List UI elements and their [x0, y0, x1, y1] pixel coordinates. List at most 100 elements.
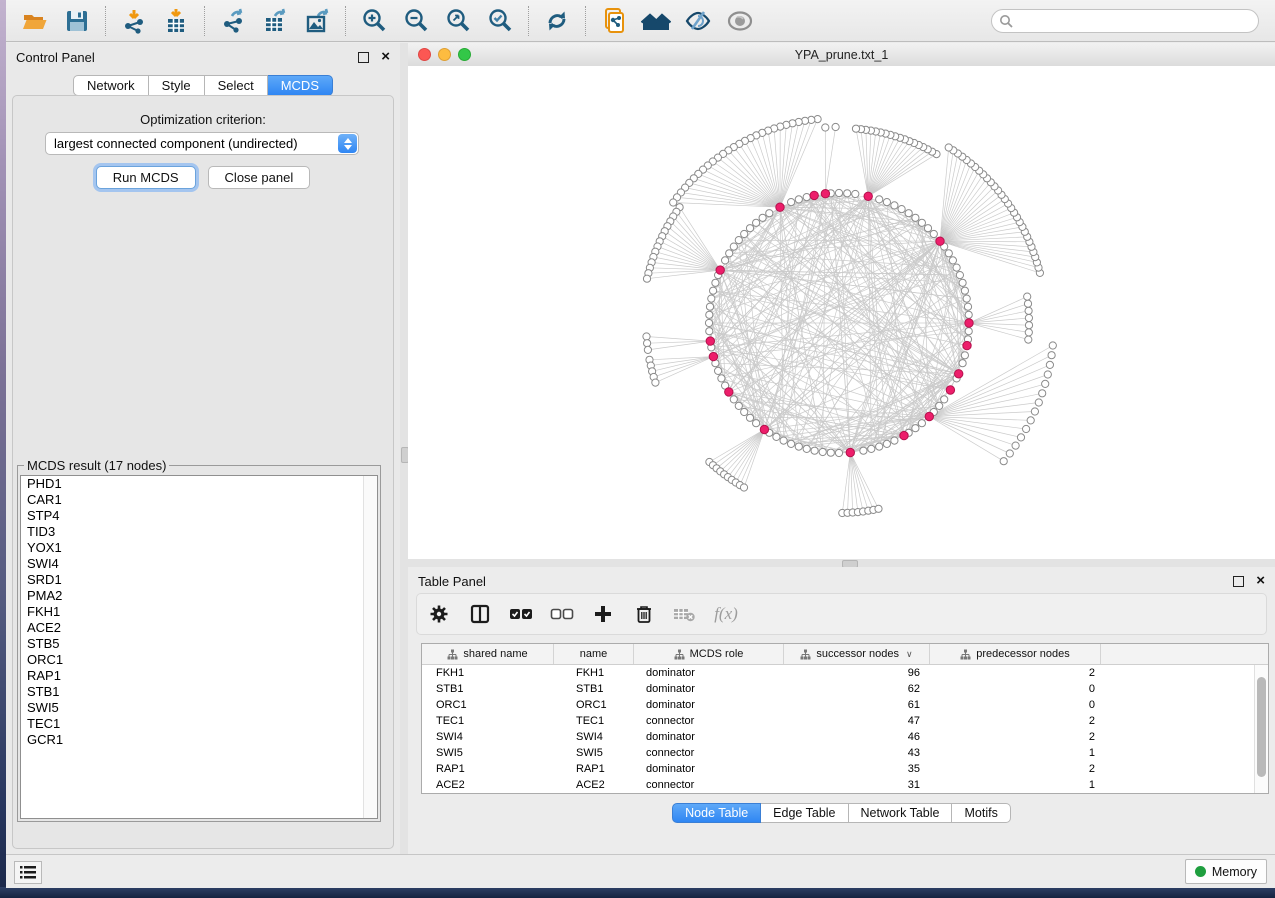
table-row[interactable]: ORC1ORC1dominator610 [422, 697, 1268, 713]
mcds-result-item[interactable]: STB1 [21, 684, 377, 700]
table-cell: connector [634, 777, 784, 793]
close-panel-button[interactable]: Close panel [208, 166, 311, 189]
table-panel-header: Table Panel × [408, 567, 1275, 593]
horizontal-splitter[interactable] [408, 559, 1275, 567]
mcds-result-list[interactable]: PHD1CAR1STP4TID3YOX1SWI4SRD1PMA2FKH1ACE2… [20, 475, 378, 819]
mcds-result-item[interactable]: SWI4 [21, 556, 377, 572]
tab-network[interactable]: Network [73, 75, 149, 96]
import-table-icon[interactable] [155, 4, 197, 38]
node-table: shared namenameMCDS rolesuccessor nodes∨… [421, 643, 1269, 794]
mcds-result-item[interactable]: SRD1 [21, 572, 377, 588]
delete-table-icon-disabled [673, 602, 697, 626]
show-panels-icon[interactable] [719, 4, 761, 38]
export-table-icon[interactable] [254, 4, 296, 38]
mcds-result-item[interactable]: FKH1 [21, 604, 377, 620]
control-panel: Control Panel × Network Style Select MCD… [6, 43, 400, 855]
mcds-result-item[interactable]: CAR1 [21, 492, 377, 508]
table-toolbar: f(x) [416, 593, 1267, 635]
table-row[interactable]: STB1STB1dominator620 [422, 681, 1268, 697]
refresh-icon[interactable] [536, 4, 578, 38]
show-columns-icon[interactable] [468, 602, 492, 626]
column-header-name[interactable]: name [554, 644, 634, 664]
mcds-result-item[interactable]: RAP1 [21, 668, 377, 684]
mcds-result-item[interactable]: PMA2 [21, 588, 377, 604]
mcds-result-item[interactable]: TEC1 [21, 716, 377, 732]
open-file-icon[interactable] [14, 4, 56, 38]
zoom-out-icon[interactable] [395, 4, 437, 38]
network-canvas[interactable] [408, 66, 1275, 559]
column-header-shared-name[interactable]: shared name [422, 644, 554, 664]
table-scrollbar-thumb[interactable] [1257, 677, 1266, 777]
table-row[interactable]: RAP1RAP1dominator352 [422, 761, 1268, 777]
delete-column-icon[interactable] [632, 602, 656, 626]
select-all-rows-icon[interactable] [509, 602, 533, 626]
table-row[interactable]: SWI4SWI4dominator462 [422, 729, 1268, 745]
column-type-icon [674, 649, 685, 660]
add-column-icon[interactable] [591, 602, 615, 626]
table-cell: 31 [784, 777, 930, 793]
zoom-in-icon[interactable] [353, 4, 395, 38]
close-panel-icon[interactable]: × [381, 52, 390, 62]
memory-button[interactable]: Memory [1185, 859, 1267, 884]
tab-motifs[interactable]: Motifs [952, 803, 1010, 823]
zoom-selected-icon[interactable] [479, 4, 521, 38]
mcds-list-scrollbar[interactable] [363, 476, 377, 818]
export-image-icon[interactable] [296, 4, 338, 38]
float-panel-icon[interactable] [1233, 576, 1244, 587]
toolbar-separator [204, 6, 205, 36]
deselect-all-rows-icon[interactable] [550, 602, 574, 626]
home-pages-icon[interactable] [635, 4, 677, 38]
hide-panels-icon[interactable] [677, 4, 719, 38]
mcds-result-item[interactable]: SWI5 [21, 700, 377, 716]
desktop-wallpaper-strip [0, 887, 1275, 898]
vertical-splitter[interactable] [400, 43, 408, 855]
mcds-result-item[interactable]: ORC1 [21, 652, 377, 668]
tab-node-table[interactable]: Node Table [672, 803, 761, 823]
table-cell: connector [634, 793, 784, 794]
mcds-result-item[interactable]: STP4 [21, 508, 377, 524]
mcds-result-item[interactable]: TID3 [21, 524, 377, 540]
table-row[interactable]: ACE2ACE2connector311 [422, 777, 1268, 793]
table-row[interactable]: TEC1TEC1connector472 [422, 713, 1268, 729]
tab-mcds[interactable]: MCDS [268, 75, 333, 96]
table-row[interactable]: YOX1YOX1connector291 [422, 793, 1268, 794]
function-builder-icon-disabled: f(x) [714, 602, 738, 626]
toolbar-separator [585, 6, 586, 36]
table-cell: STB1 [554, 681, 634, 697]
run-mcds-button[interactable]: Run MCDS [96, 166, 196, 189]
save-session-icon[interactable] [56, 4, 98, 38]
network-graph[interactable] [408, 66, 1275, 559]
tab-select[interactable]: Select [205, 75, 268, 96]
mcds-result-item[interactable]: ACE2 [21, 620, 377, 636]
tab-network-table[interactable]: Network Table [849, 803, 953, 823]
column-header-predecessor-nodes[interactable]: predecessor nodes [930, 644, 1101, 664]
table-cell: SWI5 [422, 745, 554, 761]
column-header-MCDS-role[interactable]: MCDS role [634, 644, 784, 664]
table-scrollbar[interactable] [1254, 665, 1268, 793]
mcds-result-item[interactable]: YOX1 [21, 540, 377, 556]
mcds-result-item[interactable]: STB5 [21, 636, 377, 652]
float-panel-icon[interactable] [358, 52, 369, 63]
tab-style[interactable]: Style [149, 75, 205, 96]
tab-edge-table[interactable]: Edge Table [761, 803, 848, 823]
export-network-icon[interactable] [212, 4, 254, 38]
table-row[interactable]: SWI5SWI5connector431 [422, 745, 1268, 761]
table-cell: dominator [634, 681, 784, 697]
network-from-document-icon[interactable] [593, 4, 635, 38]
column-header-successor-nodes[interactable]: successor nodes∨ [784, 644, 930, 664]
zoom-fit-icon[interactable] [437, 4, 479, 38]
table-cell: 1 [930, 745, 1101, 761]
search-input[interactable] [991, 9, 1259, 33]
table-cell: 0 [930, 697, 1101, 713]
table-settings-gear-icon[interactable] [427, 602, 451, 626]
import-network-icon[interactable] [113, 4, 155, 38]
optimization-criterion-select[interactable]: largest connected component (undirected) [45, 132, 359, 155]
close-panel-icon[interactable]: × [1256, 576, 1265, 586]
mcds-result-item[interactable]: GCR1 [21, 732, 377, 748]
table-cell: RAP1 [422, 761, 554, 777]
memory-label: Memory [1212, 865, 1257, 879]
task-history-button[interactable] [14, 861, 42, 884]
table-row[interactable]: FKH1FKH1dominator962 [422, 665, 1268, 681]
network-view-frame: YPA_prune.txt_1 [408, 43, 1275, 559]
mcds-result-item[interactable]: PHD1 [21, 476, 377, 492]
